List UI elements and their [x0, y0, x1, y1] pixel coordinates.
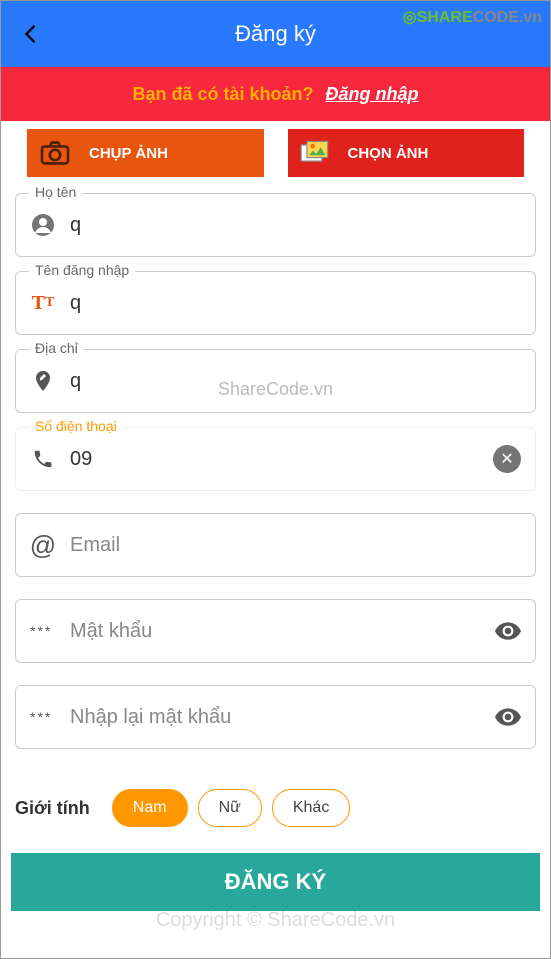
confirm-password-field[interactable]: *** [15, 685, 536, 749]
eye-icon[interactable] [495, 622, 521, 640]
app-header: Đăng ký ◎SHARECODE.vn [1, 1, 550, 67]
sharecode-logo: ◎SHARECODE.vn [403, 7, 542, 27]
login-link[interactable]: Đăng nhập [326, 84, 419, 105]
phone-input[interactable] [70, 448, 479, 471]
text-icon: TT [30, 292, 56, 315]
gender-option-male[interactable]: Nam [112, 789, 188, 827]
choose-photo-button[interactable]: CHỌN ẢNH [288, 129, 525, 177]
login-banner: Bạn đã có tài khoản? Đăng nhập [1, 67, 550, 121]
username-field[interactable]: TT [15, 271, 536, 335]
fullname-label: Họ tên [29, 184, 82, 200]
watermark-bottom: Copyright © ShareCode.vn [156, 909, 395, 932]
login-prompt: Bạn đã có tài khoản? [132, 84, 313, 105]
password-input[interactable] [70, 620, 481, 643]
fullname-input[interactable] [70, 214, 521, 237]
camera-icon [39, 140, 71, 166]
phone-field[interactable]: ✕ [15, 427, 536, 491]
page-title: Đăng ký [235, 21, 316, 47]
email-field[interactable]: @ [15, 513, 536, 577]
gender-option-female[interactable]: Nữ [198, 789, 262, 827]
phone-label: Số điện thoại [29, 418, 123, 434]
back-arrow-icon[interactable] [17, 20, 45, 48]
capture-photo-button[interactable]: CHỤP ẢNH [27, 129, 264, 177]
gender-label: Giới tính [15, 798, 90, 819]
eye-icon[interactable] [495, 708, 521, 726]
address-input[interactable] [70, 370, 521, 393]
choose-photo-label: CHỌN ẢNH [348, 145, 429, 162]
confirm-password-input[interactable] [70, 706, 481, 729]
address-field[interactable] [15, 349, 536, 413]
gallery-icon [300, 140, 330, 166]
location-edit-icon [30, 369, 56, 393]
capture-photo-label: CHỤP ẢNH [89, 145, 168, 162]
clear-icon[interactable]: ✕ [493, 445, 521, 473]
username-label: Tên đăng nhập [29, 262, 135, 278]
email-input[interactable] [70, 534, 521, 557]
gender-option-other[interactable]: Khác [272, 789, 350, 827]
gender-row: Giới tính Nam Nữ Khác [1, 763, 550, 853]
at-icon: @ [30, 530, 56, 561]
password-dots-icon: *** [30, 709, 56, 725]
username-input[interactable] [70, 292, 521, 315]
person-icon [30, 213, 56, 237]
fullname-field[interactable] [15, 193, 536, 257]
address-label: Địa chỉ [29, 340, 84, 356]
password-dots-icon: *** [30, 623, 56, 639]
password-field[interactable]: *** [15, 599, 536, 663]
register-button[interactable]: ĐĂNG KÝ [11, 853, 540, 911]
phone-icon [30, 448, 56, 470]
